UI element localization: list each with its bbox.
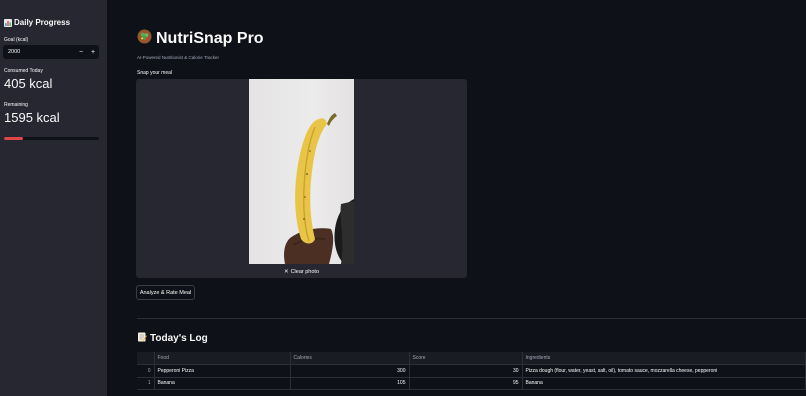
consumed-label: Consumed Today xyxy=(4,68,43,74)
bar-chart-icon xyxy=(4,18,12,27)
page-title: NutriSnap Pro xyxy=(137,29,264,49)
column-header-index[interactable] xyxy=(137,352,155,365)
divider xyxy=(137,318,806,319)
page-title-text: NutriSnap Pro xyxy=(156,30,264,47)
calories-cell[interactable]: 300 xyxy=(290,364,410,378)
food-cell[interactable]: Banana xyxy=(154,377,291,390)
goal-number-input[interactable]: 2000 − + xyxy=(3,45,99,59)
log-title-text: Today's Log xyxy=(150,333,208,344)
table-header-row: Food Calories Score Ingredients xyxy=(137,352,806,365)
uploader-label: Snap your meal xyxy=(137,70,173,76)
goal-field[interactable]: 2000 xyxy=(3,49,75,55)
column-header-ingredients[interactable]: Ingredients xyxy=(522,352,806,365)
sidebar-title-text: Daily Progress xyxy=(14,18,71,27)
table-row: 1 Banana 105 95 Banana xyxy=(137,377,806,390)
analyze-button[interactable]: Analyze & Rate Meal xyxy=(136,285,195,300)
row-index: 0 xyxy=(137,364,155,378)
consumed-value: 405 kcal xyxy=(4,76,53,91)
goal-label: Goal (kcal) xyxy=(4,37,29,43)
meal-photo xyxy=(249,79,354,264)
close-icon: ✕ xyxy=(283,268,289,275)
ingredients-cell[interactable]: Banana xyxy=(522,377,806,390)
calorie-progress-bar xyxy=(4,137,99,140)
food-cell[interactable]: Pepperoni Pizza xyxy=(154,364,291,378)
table-row: 0 Pepperoni Pizza 300 30 Pizza dough (fl… xyxy=(137,364,806,378)
memo-icon xyxy=(137,332,147,345)
column-header-food[interactable]: Food xyxy=(154,352,291,365)
row-index: 1 xyxy=(137,377,155,390)
log-title: Today's Log xyxy=(137,332,208,345)
salad-bowl-icon xyxy=(137,29,152,49)
calorie-progress-fill xyxy=(4,137,24,140)
camera-input[interactable]: ✕ Clear photo xyxy=(136,79,467,278)
clear-photo-label: Clear photo xyxy=(290,268,320,275)
column-header-score[interactable]: Score xyxy=(409,352,523,365)
goal-decrement-button[interactable]: − xyxy=(75,45,87,59)
page-subtitle: AI-Powered Nutritionist & Calorie Tracke… xyxy=(137,55,220,60)
sidebar: Daily Progress Goal (kcal) 2000 − + Cons… xyxy=(0,0,107,396)
score-cell[interactable]: 30 xyxy=(409,364,523,378)
goal-increment-button[interactable]: + xyxy=(87,45,99,59)
remaining-label: Remaining xyxy=(4,102,28,108)
sidebar-title: Daily Progress xyxy=(4,18,70,27)
clear-photo-button[interactable]: ✕ Clear photo xyxy=(136,265,467,278)
column-header-calories[interactable]: Calories xyxy=(290,352,410,365)
calories-cell[interactable]: 105 xyxy=(290,377,410,390)
score-cell[interactable]: 95 xyxy=(409,377,523,390)
ingredients-cell[interactable]: Pizza dough (flour, water, yeast, salt, … xyxy=(522,364,806,378)
remaining-value: 1595 kcal xyxy=(4,110,60,125)
log-table: Food Calories Score Ingredients 0 Pepper… xyxy=(137,352,806,390)
